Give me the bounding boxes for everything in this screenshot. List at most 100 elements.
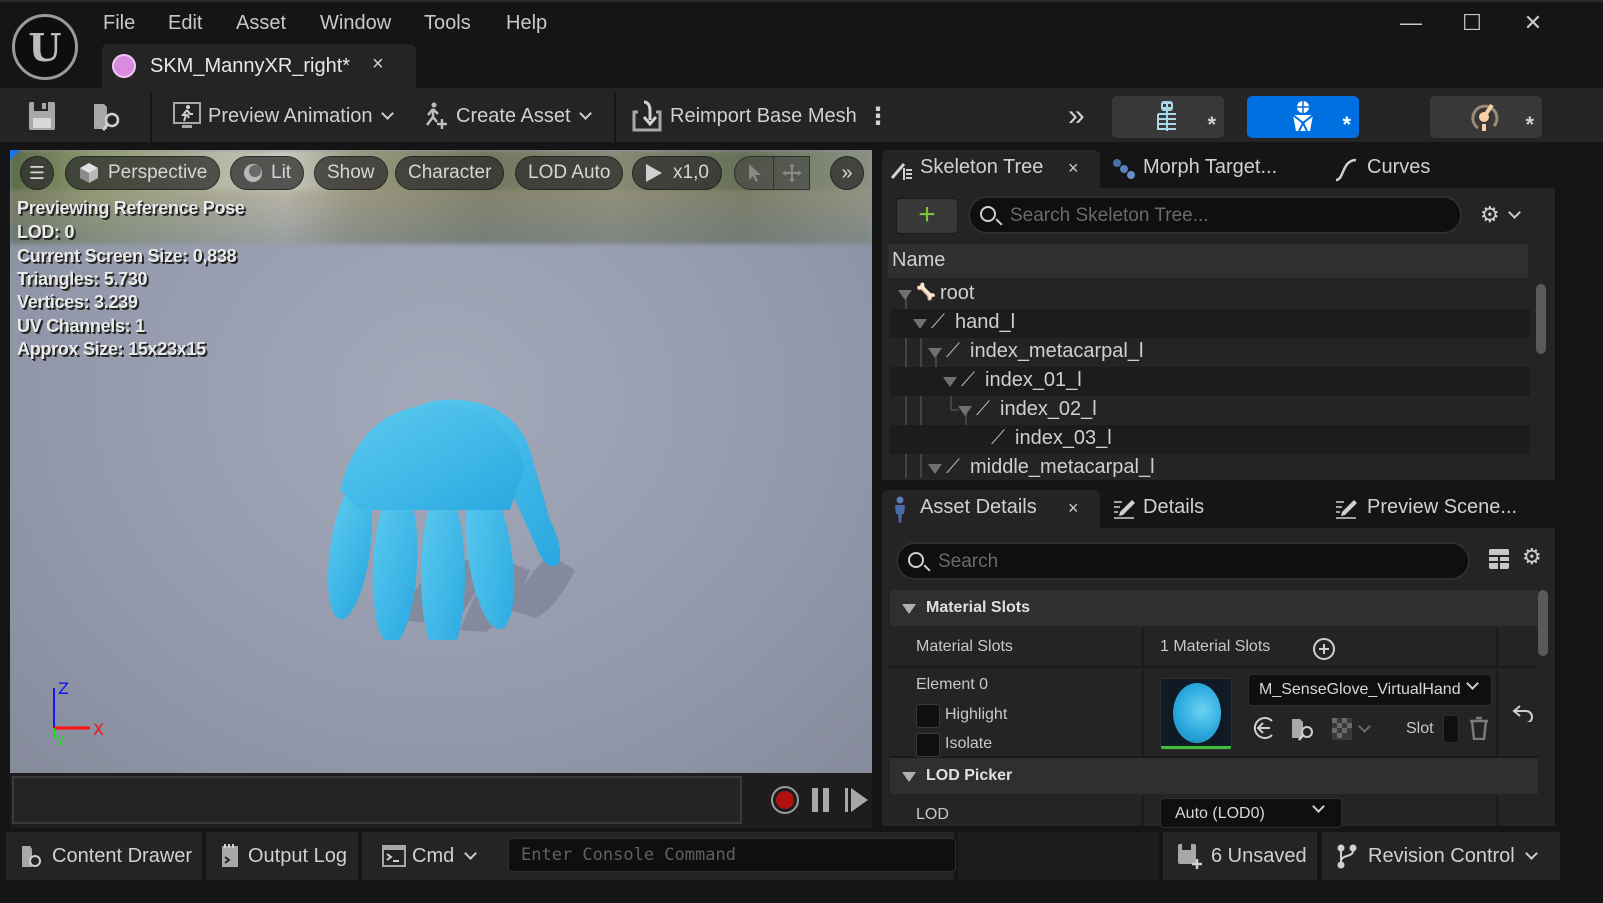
use-selected-asset-icon[interactable] <box>1252 716 1276 740</box>
menu-asset[interactable]: Asset <box>236 12 286 35</box>
expand-arrow-icon[interactable] <box>913 319 927 329</box>
search-icon <box>908 552 924 568</box>
property-matrix-icon[interactable] <box>1488 548 1510 570</box>
create-asset-button[interactable]: Create Asset <box>420 96 592 136</box>
document-tab[interactable]: SKM_MannyXR_right* × <box>102 44 416 90</box>
bone-row[interactable]: ⟋ index_02_l <box>890 396 1530 425</box>
add-material-slot-icon[interactable] <box>1312 637 1336 661</box>
status-bar: Content Drawer Output Log Cmd Enter Cons… <box>0 828 1603 883</box>
step-forward-button[interactable] <box>844 787 870 813</box>
delete-trash-icon[interactable] <box>1468 716 1490 740</box>
revision-control-button[interactable]: Revision Control <box>1322 832 1560 880</box>
close-tab-icon[interactable]: × <box>1068 498 1079 519</box>
category-material-slots[interactable]: Material Slots <box>890 590 1538 626</box>
column-divider <box>1142 670 1144 758</box>
unsaved-button[interactable]: 6 Unsaved <box>1163 832 1317 880</box>
expand-arrow-icon[interactable] <box>928 348 942 358</box>
name-column-header[interactable]: Name <box>888 244 1528 278</box>
record-button[interactable] <box>770 785 800 815</box>
isolate-checkbox[interactable] <box>916 733 940 757</box>
perspective-button[interactable]: Perspective <box>65 156 221 190</box>
details-settings-gear-icon[interactable]: ⚙ <box>1522 544 1542 570</box>
lod-dropdown[interactable]: Auto (LOD0) <box>1160 798 1342 828</box>
skeleton-search-input[interactable]: Search Skeleton Tree... <box>968 196 1462 234</box>
close-tab-icon[interactable]: × <box>372 53 384 76</box>
menu-file[interactable]: File <box>103 12 135 35</box>
output-log-button[interactable]: Output Log <box>206 832 358 880</box>
viewport-timeline-bar <box>10 773 872 828</box>
bone-name: root <box>940 282 975 304</box>
unsaved-indicator: * <box>1207 112 1216 137</box>
tab-skeleton-tree[interactable]: Skeleton Tree × <box>882 150 1100 188</box>
tab-curves[interactable]: Curves <box>1332 150 1472 188</box>
add-socket-button[interactable]: + <box>896 198 958 234</box>
console-command-input[interactable]: Enter Console Command <box>508 838 956 872</box>
preview-animation-button[interactable]: Preview Animation <box>172 96 394 136</box>
expand-arrow-icon[interactable] <box>928 464 942 474</box>
skeleton-tree-scrollbar[interactable] <box>1536 284 1546 354</box>
preview-viewport[interactable]: ☰ Perspective Lit Show Character LOD Aut… <box>10 150 872 773</box>
reset-to-default-icon[interactable] <box>1512 704 1534 722</box>
details-search-input[interactable]: Search <box>896 542 1470 580</box>
close-window-button[interactable]: ✕ <box>1516 10 1550 40</box>
viewport-options-menu[interactable]: ☰ <box>20 156 54 190</box>
texture-options-dropdown[interactable] <box>1332 718 1371 740</box>
maximize-button[interactable]: ☐ <box>1455 10 1489 40</box>
cmd-label: Cmd <box>412 844 455 867</box>
asset-toolbar: Preview Animation Create Asset Reimport … <box>0 88 1603 146</box>
unsaved-indicator: * <box>1525 112 1534 137</box>
bone-name: index_01_l <box>985 369 1082 391</box>
pause-button[interactable] <box>810 787 832 813</box>
content-drawer-button[interactable]: Content Drawer <box>6 832 202 880</box>
highlight-checkbox[interactable] <box>916 704 940 728</box>
skeleton-mode-button[interactable]: * <box>1112 96 1224 138</box>
chevron-down-icon <box>464 847 478 860</box>
slot-index-input[interactable] <box>1443 715 1459 743</box>
minimize-button[interactable]: — <box>1394 10 1428 40</box>
save-button[interactable] <box>28 96 56 136</box>
lod-button[interactable]: LOD Auto <box>515 156 624 190</box>
bone-row[interactable]: 🦴 root <box>890 280 1530 309</box>
tab-asset-details[interactable]: Asset Details × <box>882 490 1100 528</box>
tab-details[interactable]: Details <box>1110 490 1300 528</box>
playback-speed-button[interactable]: x1,0 <box>632 156 722 190</box>
bone-row[interactable]: ⟋ index_metacarpal_l <box>890 338 1530 367</box>
document-tab-label: SKM_MannyXR_right* <box>150 55 351 77</box>
reimport-base-mesh-button[interactable]: Reimport Base Mesh <box>632 96 857 136</box>
menu-help[interactable]: Help <box>506 12 547 35</box>
animation-mode-button[interactable]: * <box>1430 96 1542 138</box>
details-scrollbar[interactable] <box>1538 590 1548 656</box>
skeleton-settings-button[interactable]: ⚙ <box>1480 202 1521 228</box>
viewport-toolbar-overflow[interactable]: » <box>830 156 864 190</box>
toolbar-more-options[interactable]: ⋮ <box>866 96 890 136</box>
tab-morph-target[interactable]: Morph Target... <box>1110 150 1300 188</box>
toolbar-overflow-button[interactable]: » <box>1068 96 1085 136</box>
character-button[interactable]: Character <box>395 156 505 190</box>
close-tab-icon[interactable]: × <box>1068 158 1079 179</box>
mesh-mode-button[interactable]: * <box>1247 96 1359 138</box>
bone-row[interactable]: ⟋ hand_l <box>890 309 1530 338</box>
expand-arrow-icon[interactable] <box>958 406 972 416</box>
material-asset-dropdown[interactable]: M_SenseGlove_VirtualHand <box>1248 674 1492 706</box>
bone-row[interactable]: ⟋ middle_metacarpal_l <box>890 454 1530 478</box>
expand-arrow-icon[interactable] <box>943 377 957 387</box>
browse-button[interactable] <box>92 96 124 136</box>
menu-edit[interactable]: Edit <box>168 12 202 35</box>
bone-row[interactable]: ⟋ index_01_l <box>890 367 1530 396</box>
show-button[interactable]: Show <box>314 156 388 190</box>
menu-tools[interactable]: Tools <box>424 12 471 35</box>
stat-screen-size: Current Screen Size: 0,838 <box>17 246 237 266</box>
move-tool-icon[interactable] <box>782 163 802 183</box>
lit-button[interactable]: Lit <box>230 156 305 190</box>
category-lod-picker[interactable]: LOD Picker <box>890 758 1538 794</box>
cmd-dropdown[interactable]: Cmd <box>382 844 478 868</box>
browse-to-asset-icon[interactable] <box>1290 716 1316 742</box>
bone-row[interactable]: ⟋ index_03_l <box>890 425 1530 454</box>
material-thumbnail[interactable] <box>1160 678 1232 750</box>
unreal-logo: U <box>12 14 78 80</box>
select-arrow-icon[interactable] <box>747 163 763 183</box>
expand-arrow-icon[interactable] <box>898 290 912 300</box>
menu-window[interactable]: Window <box>320 12 391 35</box>
tab-preview-scene[interactable]: Preview Scene... <box>1332 490 1532 528</box>
timeline-scrubber[interactable] <box>12 776 742 824</box>
